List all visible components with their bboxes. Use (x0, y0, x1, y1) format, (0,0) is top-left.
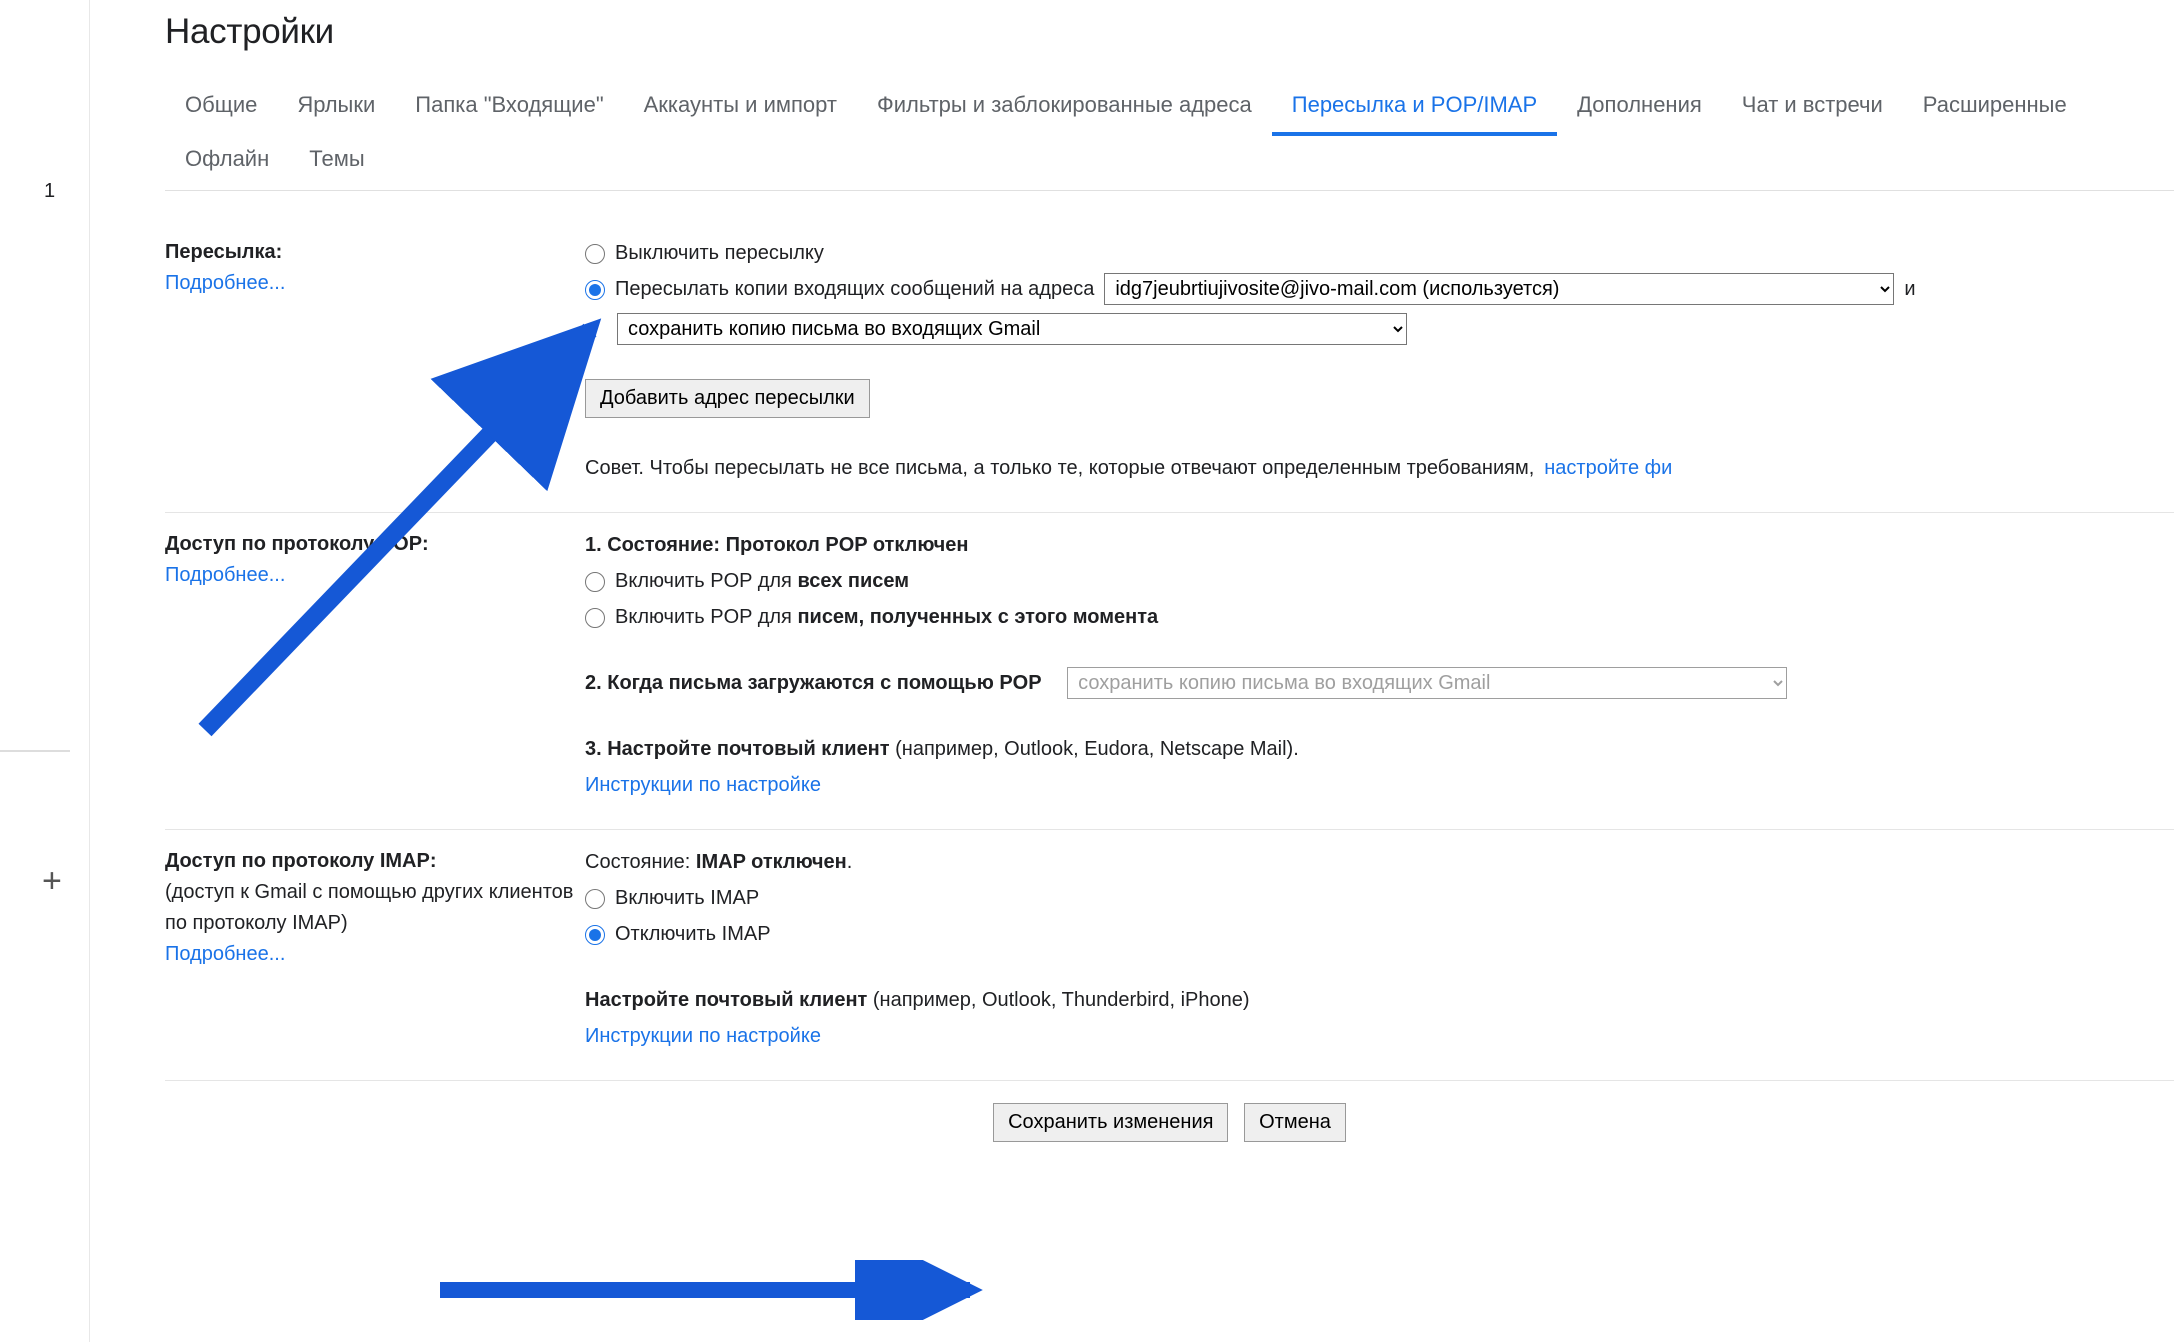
forwarding-label-col: Пересылка: Подробнее... (165, 237, 585, 488)
pop-heading: Доступ по протоколу POP: (165, 533, 429, 555)
imap-instructions-link[interactable]: Инструкции по настройке (585, 1020, 821, 1052)
tab-chat[interactable]: Чат и встречи (1722, 82, 1903, 136)
tab-addons[interactable]: Дополнения (1557, 82, 1722, 136)
tab-advanced[interactable]: Расширенные (1903, 82, 2087, 136)
pop-enable-all-bold: всех писем (797, 570, 909, 592)
tab-accounts[interactable]: Аккаунты и импорт (624, 82, 857, 136)
forwarding-learn-more-link[interactable]: Подробнее... (165, 272, 285, 294)
left-sidebar: 1 + (0, 0, 90, 1342)
plus-icon[interactable]: + (42, 862, 62, 901)
imap-status-dot: . (847, 851, 853, 873)
imap-configure-rest: (например, Outlook, Thunderbird, iPhone) (867, 989, 1249, 1011)
imap-heading: Доступ по протоколу IMAP: (165, 850, 436, 872)
pop-enable-now-radio[interactable] (585, 608, 605, 628)
imap-enable-radio[interactable] (585, 889, 605, 909)
footer-buttons: Сохранить изменения Отмена (165, 1081, 2174, 1164)
settings-panel: Настройки Общие Ярлыки Папка "Входящие" … (165, 12, 2174, 1164)
imap-label-col: Доступ по протоколу IMAP: (доступ к Gmai… (165, 846, 585, 1056)
imap-content: Состояние: IMAP отключен. Включить IMAP … (585, 846, 2174, 1056)
and-text: и (1904, 273, 1915, 305)
section-pop: Доступ по протоколу POP: Подробнее... 1.… (165, 513, 2174, 830)
pop-enable-all-radio[interactable] (585, 572, 605, 592)
forwarding-filter-link[interactable]: настройте фи (1544, 452, 1672, 484)
forwarding-enable-radio[interactable] (585, 280, 605, 300)
forwarding-heading: Пересылка: (165, 241, 282, 263)
forwarding-enable-label: Пересылать копии входящих сообщений на а… (615, 273, 1094, 305)
pop-status-label: 1. Состояние: (585, 534, 726, 556)
forwarding-disable-label: Выключить пересылку (615, 237, 824, 269)
imap-status-pre: Состояние: (585, 851, 696, 873)
pop-step3-rest: (например, Outlook, Eudora, Netscape Mai… (890, 738, 1299, 760)
forwarding-address-select[interactable]: idg7jeubrtiujivosite@jivo-mail.com (испо… (1104, 273, 1894, 305)
pop-status-value: Протокол POP отключен (726, 534, 969, 556)
imap-subheading: (доступ к Gmail с помощью других клиенто… (165, 881, 573, 934)
settings-tabs: Общие Ярлыки Папка "Входящие" Аккаунты и… (165, 82, 2174, 191)
pop-enable-all-pre: Включить POP для (615, 570, 797, 592)
forwarding-disable-radio[interactable] (585, 244, 605, 264)
imap-disable-radio[interactable] (585, 925, 605, 945)
add-forwarding-address-button[interactable]: Добавить адрес пересылки (585, 379, 870, 418)
section-imap: Доступ по протоколу IMAP: (доступ к Gmai… (165, 830, 2174, 1080)
pop-step2-label: 2. Когда письма загружаются с помощью PO… (585, 667, 1042, 699)
sidebar-number: 1 (44, 180, 55, 203)
pop-learn-more-link[interactable]: Подробнее... (165, 564, 285, 586)
tab-themes[interactable]: Темы (289, 136, 384, 190)
forwarding-action-select[interactable]: сохранить копию письма во входящих Gmail (617, 313, 1407, 345)
page-title: Настройки (165, 12, 2174, 52)
tab-labels[interactable]: Ярлыки (277, 82, 395, 136)
imap-configure-bold: Настройте почтовый клиент (585, 989, 867, 1011)
imap-disable-label: Отключить IMAP (615, 918, 771, 950)
imap-enable-label: Включить IMAP (615, 882, 759, 914)
tab-offline[interactable]: Офлайн (165, 136, 289, 190)
save-button[interactable]: Сохранить изменения (993, 1103, 1228, 1142)
pop-enable-now-bold: писем, полученных с этого момента (797, 606, 1158, 628)
pop-enable-now-pre: Включить POP для (615, 606, 797, 628)
section-forwarding: Пересылка: Подробнее... Выключить пересы… (165, 221, 2174, 513)
annotation-arrow-bottom-icon (430, 1260, 1000, 1320)
tab-forwarding-popimap[interactable]: Пересылка и POP/IMAP (1272, 82, 1557, 136)
pop-content: 1. Состояние: Протокол POP отключен Вклю… (585, 529, 2174, 805)
tab-inbox[interactable]: Папка "Входящие" (395, 82, 623, 136)
imap-learn-more-link[interactable]: Подробнее... (165, 943, 285, 965)
pop-action-select: сохранить копию письма во входящих Gmail (1067, 667, 1787, 699)
tab-general[interactable]: Общие (165, 82, 277, 136)
cancel-button[interactable]: Отмена (1244, 1103, 1346, 1142)
forwarding-tip-text: Совет. Чтобы пересылать не все письма, а… (585, 452, 1534, 484)
forwarding-content: Выключить пересылку Пересылать копии вхо… (585, 237, 2174, 488)
imap-status-value: IMAP отключен (696, 851, 847, 873)
pop-instructions-link[interactable]: Инструкции по настройке (585, 769, 821, 801)
sidebar-divider (0, 750, 70, 752)
pop-label-col: Доступ по протоколу POP: Подробнее... (165, 529, 585, 805)
pop-step3-bold: 3. Настройте почтовый клиент (585, 738, 890, 760)
tab-filters[interactable]: Фильтры и заблокированные адреса (857, 82, 1272, 136)
